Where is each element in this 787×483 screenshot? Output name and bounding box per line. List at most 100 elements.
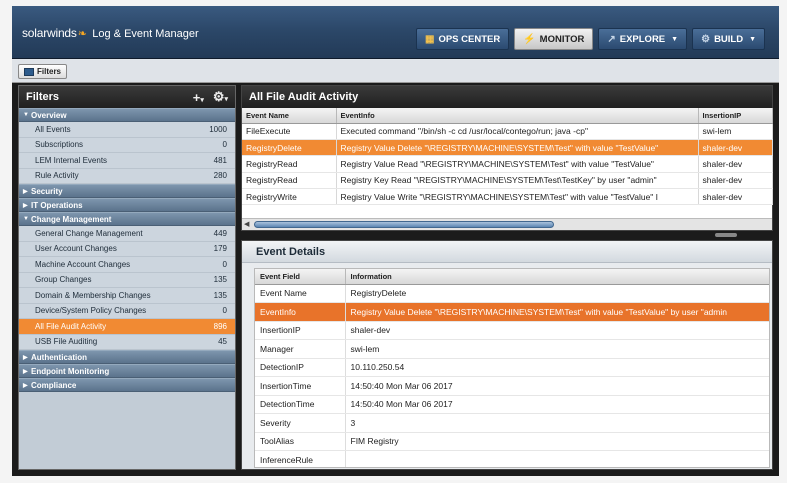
main-nav: ▦ OPS CENTER ⚡ MONITOR ↗ EXPLORE ▼ ⚙ BUI… [416, 28, 766, 50]
field-cell: Severity [255, 413, 346, 433]
event-info-cell: Registry Key Read "\REGISTRY\MACHINE\SYS… [336, 172, 699, 190]
chevron-right-icon: ▶ [23, 382, 28, 389]
filter-item-selected[interactable]: All File Audit Activity 896 [19, 319, 235, 335]
nav-label: EXPLORE [619, 33, 666, 45]
filter-item[interactable]: User Account Changes 179 [19, 241, 235, 257]
field-cell: ToolAlias [255, 432, 346, 451]
event-name-cell: RegistryRead [242, 172, 337, 190]
filter-label: User Account Changes [35, 244, 117, 254]
filter-item[interactable]: LEM Internal Events 481 [19, 153, 235, 169]
filter-count: 0 [222, 140, 227, 150]
detail-row[interactable]: Event Name RegistryDelete [255, 284, 769, 303]
column-header[interactable]: EventInfo [336, 108, 699, 124]
filter-item[interactable]: All Events 1000 [19, 122, 235, 138]
value-cell: 14:50:40 Mon Mar 06 2017 [345, 376, 769, 396]
top-bar: solarwinds❧ Log & Event Manager ▦ OPS CE… [12, 6, 779, 59]
table-header-row: Event Field Information [255, 269, 769, 285]
filter-count: 0 [222, 306, 227, 316]
field-cell: InferenceRule [255, 450, 346, 467]
detail-row[interactable]: InsertionIP shaler-dev [255, 321, 769, 340]
column-header[interactable]: Information [345, 269, 769, 285]
event-name-cell: RegistryRead [242, 155, 337, 173]
filter-count: 45 [218, 337, 227, 347]
field-cell: InsertionTime [255, 376, 346, 396]
filter-item[interactable]: General Change Management 449 [19, 226, 235, 242]
group-it-operations[interactable]: ▶ IT Operations [19, 198, 235, 212]
filter-item[interactable]: USB File Auditing 45 [19, 334, 235, 350]
logo: solarwinds❧ Log & Event Manager [22, 26, 199, 40]
detail-row[interactable]: DetectionIP 10.110.250.54 [255, 358, 769, 377]
lightning-icon: ⚡ [523, 33, 536, 45]
filter-item[interactable]: Device/System Policy Changes 0 [19, 303, 235, 319]
group-change-management[interactable]: ▼ Change Management [19, 212, 235, 226]
gear-icon[interactable]: ⚙▾ [213, 89, 228, 105]
event-details-panel: Event Details Event Field Information Ev… [241, 240, 773, 470]
product-name: Log & Event Manager [92, 28, 199, 40]
filter-count: 449 [213, 228, 227, 238]
detail-row[interactable]: InsertionTime 14:50:40 Mon Mar 06 2017 [255, 376, 769, 396]
table-row[interactable]: RegistryRead Registry Key Read "\REGISTR… [242, 172, 773, 190]
group-overview[interactable]: ▼ Overview [19, 108, 235, 122]
filter-count: 481 [213, 155, 227, 165]
group-compliance[interactable]: ▶ Compliance [19, 378, 235, 392]
value-cell: shaler-dev [345, 321, 769, 340]
insertion-ip-cell: shaler-dev [698, 139, 773, 157]
value-cell: swi-lem [345, 339, 769, 359]
detail-row[interactable]: DetectionTime 14:50:40 Mon Mar 06 2017 [255, 395, 769, 414]
filters-title: Filters [26, 91, 60, 103]
detail-row[interactable]: Manager swi-lem [255, 339, 769, 359]
filter-item[interactable]: Rule Activity 280 [19, 168, 235, 184]
table-row[interactable]: RegistryRead Registry Value Read "\REGIS… [242, 155, 773, 173]
group-label: Authentication [31, 352, 87, 362]
table-row[interactable]: RegistryWrite Registry Value Write "\REG… [242, 188, 773, 206]
scroll-left-icon[interactable]: ◀ [244, 220, 249, 228]
filter-label: Group Changes [35, 275, 92, 285]
group-label: Security [31, 186, 63, 196]
group-endpoint-monitoring[interactable]: ▶ Endpoint Monitoring [19, 364, 235, 378]
event-name-cell: FileExecute [242, 123, 337, 140]
value-cell: 10.110.250.54 [345, 358, 769, 377]
filter-label: USB File Auditing [35, 337, 98, 347]
detail-row-selected[interactable]: EventInfo Registry Value Delete "\REGISTR… [255, 302, 769, 322]
filter-item[interactable]: Subscriptions 0 [19, 137, 235, 153]
nav-label: MONITOR [539, 33, 585, 45]
nav-monitor[interactable]: ⚡ MONITOR [514, 28, 594, 50]
nav-ops-center[interactable]: ▦ OPS CENTER [416, 28, 510, 50]
scrollbar-thumb[interactable] [254, 221, 554, 228]
table-row-selected[interactable]: RegistryDelete Registry Value Delete "\R… [242, 139, 773, 157]
value-cell: Registry Value Delete "\REGISTRY\MACHINE… [345, 302, 769, 322]
flame-icon: ❧ [77, 28, 87, 40]
details-table: Event Field Information Event Name Regist… [255, 269, 769, 467]
horizontal-scrollbar[interactable]: ◀ [242, 218, 772, 230]
group-security[interactable]: ▶ Security [19, 184, 235, 198]
detail-row[interactable]: InferenceRule [255, 450, 769, 467]
field-cell: InsertionIP [255, 321, 346, 340]
chevron-right-icon: ▶ [23, 188, 28, 195]
column-header[interactable]: Event Name [242, 108, 337, 124]
chevron-down-icon: ▼ [23, 112, 29, 118]
nav-explore[interactable]: ↗ EXPLORE ▼ [598, 28, 688, 50]
column-header[interactable]: Event Field [255, 269, 346, 285]
group-authentication[interactable]: ▶ Authentication [19, 350, 235, 364]
filter-item[interactable]: Domain & Membership Changes 135 [19, 288, 235, 304]
chevron-right-icon: ▶ [23, 354, 28, 361]
column-header[interactable]: InsertionIP [698, 108, 773, 124]
splitter-grip[interactable] [715, 233, 737, 237]
chevron-down-icon: ▼ [23, 216, 29, 222]
detail-row[interactable]: ToolAlias FIM Registry [255, 432, 769, 451]
detail-row[interactable]: Severity 3 [255, 413, 769, 433]
panel-icon [24, 67, 34, 76]
tab-filters[interactable]: Filters [18, 64, 68, 79]
nav-build[interactable]: ⚙ BUILD ▼ [692, 28, 766, 50]
filter-item[interactable]: Group Changes 135 [19, 272, 235, 288]
table-row[interactable]: FileExecute Executed command "/bin/sh -c… [242, 123, 773, 140]
field-cell: Manager [255, 339, 346, 359]
tab-strip: Filters [12, 59, 779, 83]
filter-label: Machine Account Changes [35, 259, 131, 269]
group-label: Compliance [31, 380, 77, 390]
field-cell: EventInfo [255, 302, 346, 322]
chevron-right-icon: ▶ [23, 368, 28, 375]
plus-icon[interactable]: +▾ [193, 90, 204, 105]
panel-splitter[interactable] [241, 231, 773, 240]
filter-item[interactable]: Machine Account Changes 0 [19, 257, 235, 273]
